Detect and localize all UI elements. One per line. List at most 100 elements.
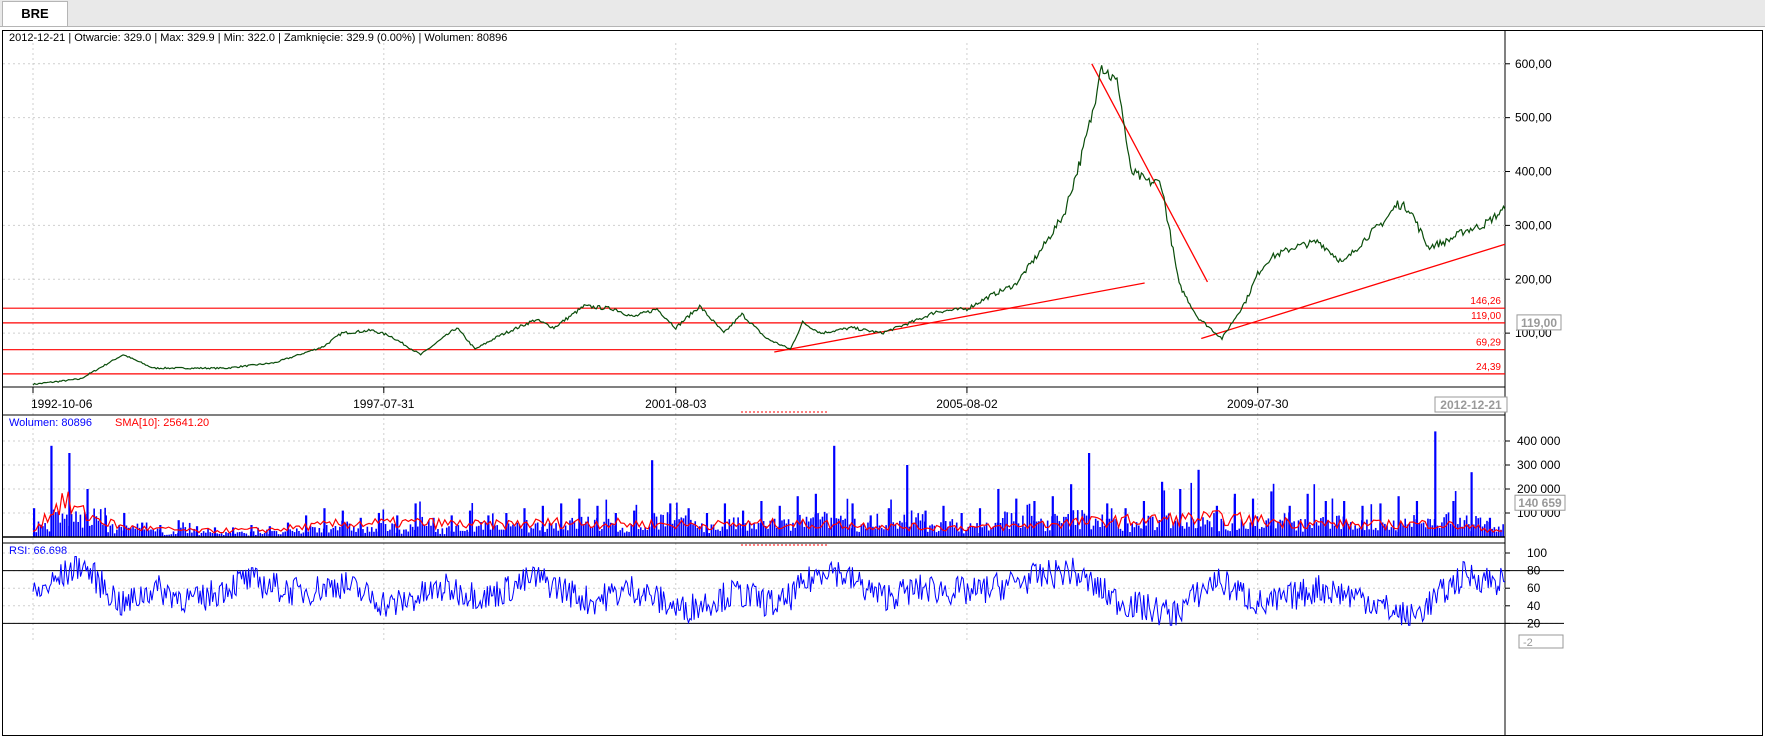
volume-bar — [1004, 511, 1006, 537]
volume-bar — [382, 509, 385, 537]
volume-bar — [1137, 525, 1140, 537]
volume-bar — [983, 526, 986, 537]
volume-bar — [366, 526, 369, 537]
volume-bar — [639, 527, 642, 537]
volume-bar — [484, 521, 487, 537]
volume-bar — [885, 525, 887, 537]
volume-bar — [1079, 529, 1081, 537]
volume-bar — [1058, 521, 1061, 537]
volume-bar — [771, 519, 774, 537]
volume-bar — [403, 529, 405, 537]
volume-bar — [1229, 531, 1231, 537]
volume-bar — [86, 489, 89, 537]
volume-bar — [1434, 431, 1437, 537]
volume-bar — [350, 530, 353, 537]
volume-bar — [960, 513, 963, 537]
volume-bar — [571, 517, 573, 537]
volume-bar — [924, 510, 927, 537]
volume-bar — [1197, 469, 1200, 537]
volume-bar — [853, 518, 856, 537]
volume-bar — [1368, 529, 1370, 537]
volume-bar — [357, 528, 360, 537]
chart-frame: 2012-12-21 | Otwarcie: 329.0 | Max: 329.… — [2, 30, 1763, 736]
volume-bar — [63, 518, 66, 537]
volume-bar — [787, 519, 790, 537]
rsi-current-value-label: -2 — [1523, 637, 1533, 649]
volume-bar — [75, 511, 77, 537]
volume-bar — [530, 527, 532, 537]
volume-bar — [437, 529, 439, 537]
volume-bar — [684, 515, 687, 537]
volume-bar — [353, 526, 355, 537]
volume-bar — [880, 527, 883, 537]
volume-bar — [1377, 530, 1379, 537]
volume-bar — [1083, 513, 1086, 537]
volume-bar — [386, 531, 389, 537]
rsi-legend: RSI: 66.698 — [9, 545, 67, 557]
volume-bar — [621, 527, 624, 537]
volume-bar — [789, 530, 792, 537]
volume-bar — [926, 531, 929, 537]
volume-bar — [318, 527, 321, 537]
volume-bar — [411, 526, 414, 537]
volume-bar — [184, 527, 187, 537]
volume-bar — [662, 514, 664, 537]
volume-bar — [669, 503, 672, 537]
volume-bar — [580, 516, 583, 537]
volume-bar — [562, 529, 565, 537]
volume-bar — [1017, 523, 1020, 537]
volume-bar — [498, 529, 501, 537]
volume-bar — [637, 529, 640, 537]
volume-bar — [958, 531, 960, 537]
volume-bar — [134, 528, 137, 537]
volume-bar — [509, 526, 512, 537]
volume-bar — [1199, 526, 1202, 537]
volume-bar — [136, 523, 139, 537]
volume-bar — [794, 527, 796, 537]
x-tick-label: 2005-08-02 — [936, 397, 998, 411]
volume-bar — [869, 515, 872, 537]
volume-bar — [188, 522, 191, 537]
volume-bar — [1108, 518, 1111, 537]
volume-bar — [657, 529, 660, 537]
volume-bar — [391, 523, 393, 537]
volume-bar — [1204, 524, 1206, 537]
volume-bar — [1056, 515, 1058, 537]
volume-bar — [1247, 528, 1249, 537]
volume-bar — [783, 519, 785, 537]
volume-bar — [1297, 520, 1300, 537]
volume-bar — [496, 525, 499, 537]
volume-bar — [172, 531, 175, 537]
volume-bar — [457, 525, 460, 537]
volume-bar — [373, 531, 375, 537]
volume-bar — [687, 508, 690, 537]
volume-bar — [1090, 529, 1093, 537]
volume-bar — [735, 529, 737, 537]
volume-bar — [1454, 491, 1457, 537]
volume-bar — [156, 528, 159, 537]
volume-bar — [516, 522, 519, 537]
volume-bar — [1397, 496, 1400, 537]
volume-bar — [159, 525, 162, 537]
volume-bar — [856, 531, 858, 537]
volume-bar — [564, 525, 567, 537]
chart-canvas[interactable]: 2012-12-21 | Otwarcie: 329.0 | Max: 329.… — [3, 31, 1762, 735]
volume-bar — [42, 526, 44, 537]
tab-bre[interactable]: BRE — [2, 1, 68, 26]
volume-bar — [753, 523, 755, 537]
horizontal-level-label: 146,26 — [1470, 296, 1501, 307]
volume-bar — [1072, 510, 1075, 537]
volume-bar — [512, 524, 514, 537]
volume-bar — [851, 503, 854, 537]
price-y-tick-label: 300,00 — [1515, 218, 1552, 232]
volume-bar — [77, 521, 79, 537]
volume-bar — [890, 499, 892, 537]
rsi-line — [32, 556, 1506, 626]
volume-bar — [949, 521, 951, 537]
volume-bar — [646, 529, 649, 537]
volume-bar — [755, 529, 758, 537]
volume-bar — [901, 522, 903, 537]
volume-bar — [1311, 528, 1313, 537]
volume-bar — [250, 525, 253, 537]
volume-bar — [1074, 524, 1077, 537]
